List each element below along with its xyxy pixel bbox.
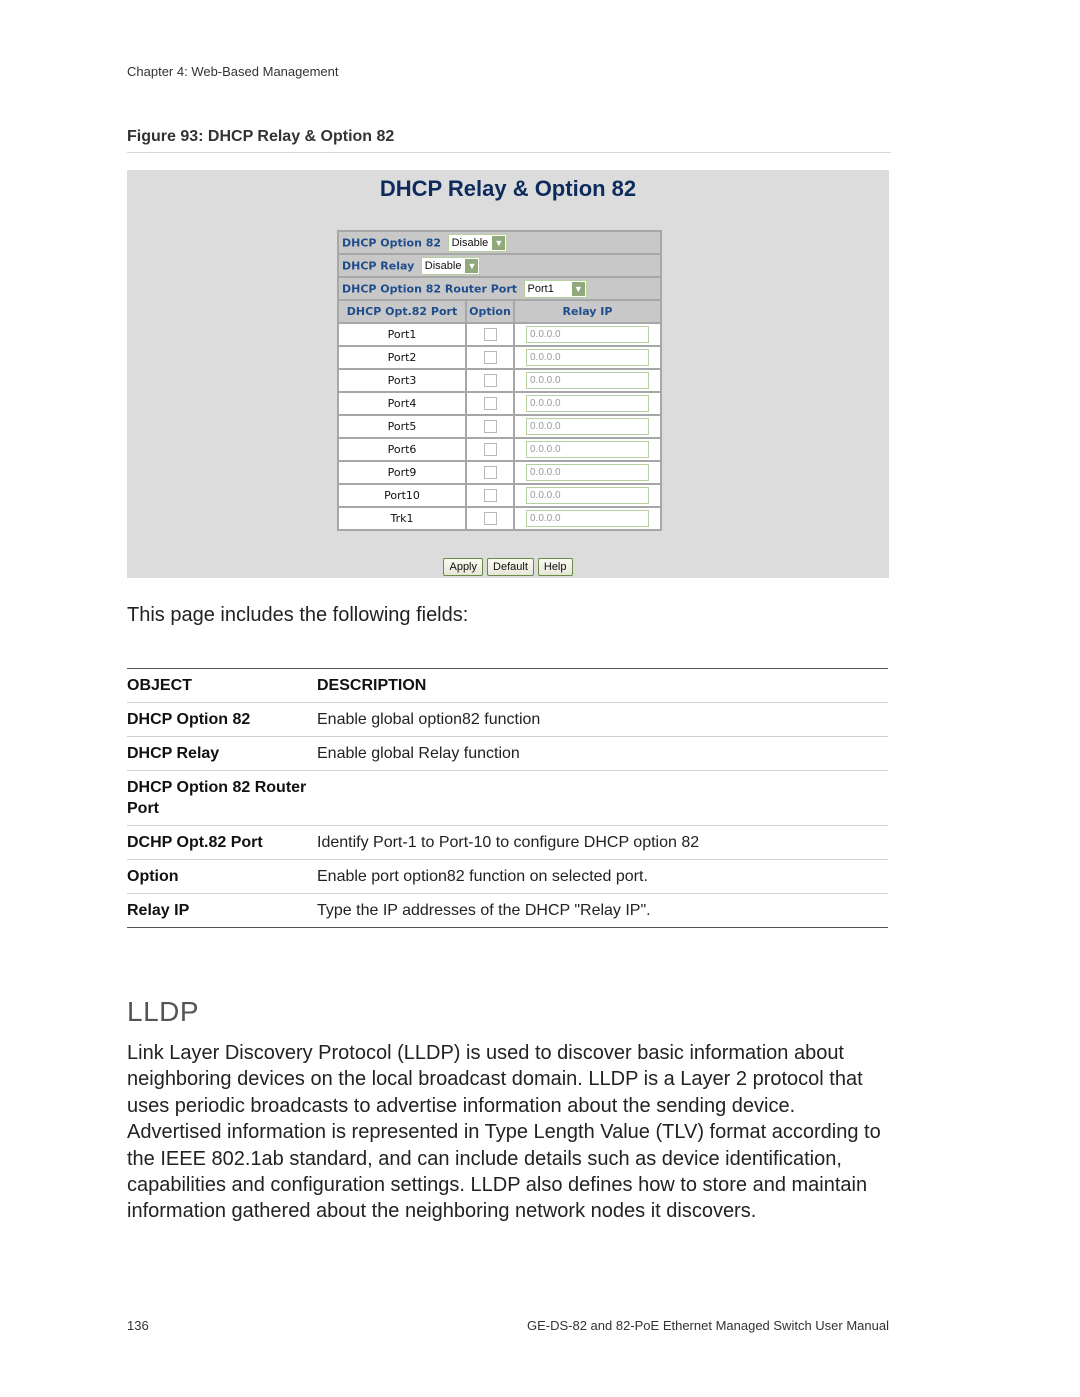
footer-manual-title: GE-DS-82 and 82-PoE Ethernet Managed Swi… bbox=[526, 1318, 889, 1333]
fields-table: OBJECT DESCRIPTION DHCP Option 82 Enable … bbox=[127, 668, 888, 928]
port-row: Port3 0.0.0.0 bbox=[337, 368, 662, 393]
relay-ip-input[interactable]: 0.0.0.0 bbox=[526, 487, 649, 504]
relay-ip-input[interactable]: 0.0.0.0 bbox=[526, 372, 649, 389]
running-header: Chapter 4: Web-Based Management bbox=[127, 64, 339, 79]
page-number: 136 bbox=[127, 1318, 149, 1333]
option-checkbox[interactable] bbox=[483, 466, 497, 480]
dhcp-relay-select[interactable]: Disable ▼ bbox=[420, 256, 481, 275]
port-row: Port6 0.0.0.0 bbox=[337, 437, 662, 462]
table-row: Option Enable port option82 function on s… bbox=[127, 859, 888, 894]
column-header-option: Option bbox=[465, 299, 515, 324]
object-cell: Relay IP bbox=[127, 902, 190, 919]
object-cell: DHCP Option 82 bbox=[127, 702, 317, 737]
port-row: Port5 0.0.0.0 bbox=[337, 414, 662, 439]
port-row: Port2 0.0.0.0 bbox=[337, 345, 662, 370]
port-name: Port3 bbox=[337, 368, 467, 393]
relay-ip-input[interactable]: 0.0.0.0 bbox=[526, 326, 649, 343]
option-checkbox[interactable] bbox=[483, 443, 497, 457]
setting-row-option82: DHCP Option 82 Disable ▼ bbox=[337, 230, 662, 255]
ui-page-title: DHCP Relay & Option 82 bbox=[379, 176, 637, 201]
header-object: OBJECT bbox=[127, 668, 317, 703]
help-button[interactable]: Help bbox=[537, 558, 573, 576]
table-row: Relay IP Type the IP addresses of the DHC… bbox=[127, 894, 888, 928]
table-row: DHCP Option 82 Router Port bbox=[127, 770, 888, 826]
chevron-down-icon: ▼ bbox=[571, 281, 585, 296]
description-cell: Enable global option82 function bbox=[317, 702, 888, 737]
port-row: Port4 0.0.0.0 bbox=[337, 391, 662, 416]
relay-ip-input[interactable]: 0.0.0.0 bbox=[526, 441, 649, 458]
option-checkbox[interactable] bbox=[483, 397, 497, 411]
setting-row-router-port: DHCP Option 82 Router Port Port1 ▼ bbox=[337, 276, 662, 301]
port-name: Port4 bbox=[337, 391, 467, 416]
object-cell: DHCP Relay bbox=[127, 736, 317, 771]
port-name: Port5 bbox=[337, 414, 467, 439]
port-name: Port2 bbox=[337, 345, 467, 370]
description-cell: Enable global Relay function bbox=[317, 736, 888, 771]
column-header-port: DHCP Opt.82 Port bbox=[337, 299, 467, 324]
dhcp-option82-select[interactable]: Disable ▼ bbox=[447, 233, 508, 252]
figure-screenshot: DHCP Relay & Option 82 DHCP Option 82 Di… bbox=[127, 170, 889, 578]
default-button[interactable]: Default bbox=[487, 558, 534, 576]
lldp-paragraph: Link Layer Discovery Protocol (LLDP) is … bbox=[127, 1042, 881, 1223]
relay-ip-input[interactable]: 0.0.0.0 bbox=[526, 418, 649, 435]
relay-ip-input[interactable]: 0.0.0.0 bbox=[526, 395, 649, 412]
table-row: DHCP Option 82 Enable global option82 fun… bbox=[127, 702, 888, 737]
option-checkbox[interactable] bbox=[483, 512, 497, 526]
fields-table-header: OBJECT DESCRIPTION bbox=[127, 668, 888, 703]
description-cell bbox=[317, 770, 888, 826]
table-row: DCHP Opt.82 Port Identify Port-1 to Port-… bbox=[127, 825, 888, 860]
port-table-header: DHCP Opt.82 Port Option Relay IP bbox=[337, 299, 662, 324]
chevron-down-icon: ▼ bbox=[465, 258, 479, 273]
chevron-down-icon: ▼ bbox=[492, 235, 506, 250]
router-port-select[interactable]: Port1 ▼ bbox=[523, 279, 587, 298]
option-checkbox[interactable] bbox=[483, 420, 497, 434]
object-cell: Option bbox=[127, 859, 317, 894]
column-header-relay-ip: Relay IP bbox=[513, 299, 662, 324]
port-row: Port1 0.0.0.0 bbox=[337, 322, 662, 347]
setting-row-relay: DHCP Relay Disable ▼ bbox=[337, 253, 662, 278]
object-cell: DHCP Option 82 Router Port bbox=[127, 770, 317, 826]
relay-ip-input[interactable]: 0.0.0.0 bbox=[526, 510, 649, 527]
dhcp-relay-label: DHCP Relay bbox=[342, 259, 415, 272]
apply-button[interactable]: Apply bbox=[443, 558, 484, 576]
description-cell: Identify Port-1 to Port-10 to configure … bbox=[317, 825, 888, 860]
port-row: Trk1 0.0.0.0 bbox=[337, 506, 662, 531]
button-bar: Apply Default Help bbox=[127, 558, 889, 576]
port-name: Port9 bbox=[337, 460, 467, 485]
dhcp-option82-label: DHCP Option 82 bbox=[342, 236, 442, 249]
port-name: Port6 bbox=[337, 437, 467, 462]
port-name: Trk1 bbox=[337, 506, 467, 531]
description-cell: Type the IP addresses of the DHCP "Relay… bbox=[317, 902, 651, 919]
option-checkbox[interactable] bbox=[483, 374, 497, 388]
description-cell: Enable port option82 function on selecte… bbox=[317, 859, 888, 894]
port-name: Port1 bbox=[337, 322, 467, 347]
header-description: DESCRIPTION bbox=[317, 668, 888, 703]
router-port-label: DHCP Option 82 Router Port bbox=[342, 282, 518, 295]
port-row: Port10 0.0.0.0 bbox=[337, 483, 662, 508]
relay-ip-input[interactable]: 0.0.0.0 bbox=[526, 349, 649, 366]
option-checkbox[interactable] bbox=[483, 328, 497, 342]
object-cell: DCHP Opt.82 Port bbox=[127, 825, 317, 860]
relay-ip-input[interactable]: 0.0.0.0 bbox=[526, 464, 649, 481]
option-checkbox[interactable] bbox=[483, 489, 497, 503]
dhcp-relay-table: DHCP Option 82 Disable ▼ DHCP Relay Disa… bbox=[337, 230, 662, 531]
option-checkbox[interactable] bbox=[483, 351, 497, 365]
intro-text: This page includes the following fields: bbox=[127, 604, 469, 626]
port-row: Port9 0.0.0.0 bbox=[337, 460, 662, 485]
table-row: DHCP Relay Enable global Relay function bbox=[127, 736, 888, 771]
section-heading-lldp: LLDP bbox=[127, 996, 200, 1027]
port-name: Port10 bbox=[337, 483, 467, 508]
figure-caption: Figure 93: DHCP Relay & Option 82 bbox=[127, 128, 891, 153]
